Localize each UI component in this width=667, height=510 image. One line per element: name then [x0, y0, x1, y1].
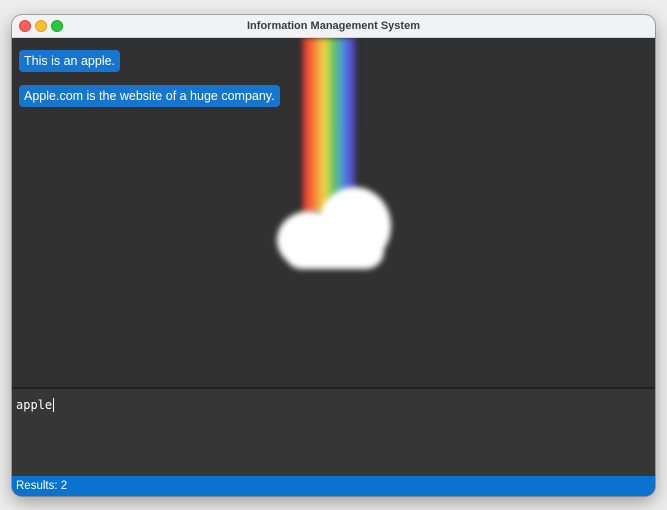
search-query-input[interactable]: apple	[16, 395, 636, 415]
results-pane[interactable]: This is an apple. Apple.com is the websi…	[12, 38, 655, 387]
status-bar: Results: 2	[12, 476, 655, 496]
app-window: Information Management System This is an…	[12, 15, 655, 496]
query-pane[interactable]: apple	[12, 389, 655, 476]
title-bar[interactable]: Information Management System	[12, 15, 655, 38]
result-item[interactable]: Apple.com is the website of a huge compa…	[19, 85, 280, 107]
window-title: Information Management System	[247, 20, 420, 32]
result-item[interactable]: This is an apple.	[19, 50, 121, 72]
cloud-base	[284, 233, 384, 269]
search-query-text: apple	[16, 398, 53, 412]
text-caret	[53, 398, 55, 412]
cloud-illustration-icon	[270, 183, 400, 278]
results-count: Results: 2	[16, 480, 68, 492]
